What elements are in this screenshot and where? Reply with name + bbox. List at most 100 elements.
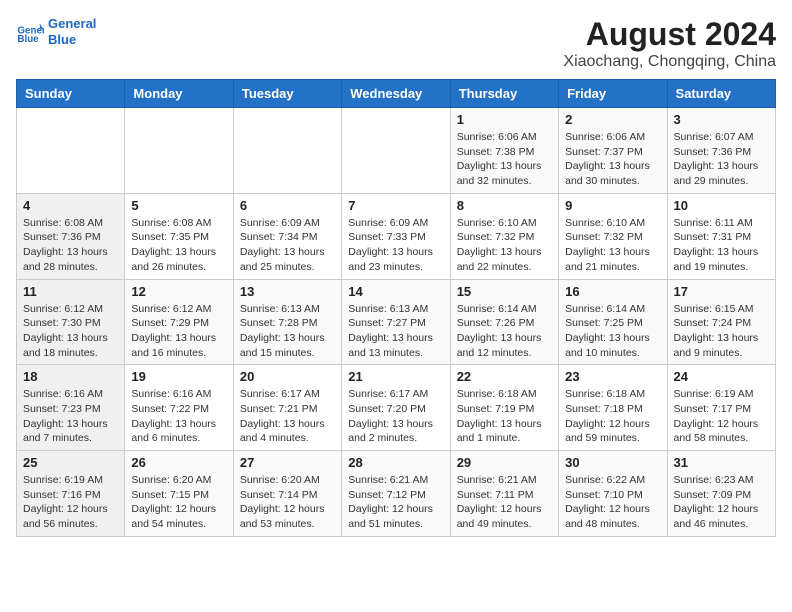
calendar-cell: [125, 108, 233, 194]
cell-content: Sunrise: 6:18 AM Sunset: 7:19 PM Dayligh…: [457, 387, 552, 446]
cell-content: Sunrise: 6:15 AM Sunset: 7:24 PM Dayligh…: [674, 302, 769, 361]
cell-content: Sunrise: 6:10 AM Sunset: 7:32 PM Dayligh…: [565, 216, 660, 275]
cell-content: Sunrise: 6:12 AM Sunset: 7:30 PM Dayligh…: [23, 302, 118, 361]
title-block: August 2024 Xiaochang, Chongqing, China: [563, 16, 776, 71]
calendar-cell: 13 Sunrise: 6:13 AM Sunset: 7:28 PM Dayli…: [233, 279, 341, 365]
cell-date-number: 26: [131, 455, 226, 470]
cell-date-number: 5: [131, 198, 226, 213]
cell-date-number: 20: [240, 369, 335, 384]
calendar-cell: 22 Sunrise: 6:18 AM Sunset: 7:19 PM Dayli…: [450, 365, 558, 451]
cell-content: Sunrise: 6:10 AM Sunset: 7:32 PM Dayligh…: [457, 216, 552, 275]
cell-content: Sunrise: 6:08 AM Sunset: 7:35 PM Dayligh…: [131, 216, 226, 275]
cell-content: Sunrise: 6:23 AM Sunset: 7:09 PM Dayligh…: [674, 473, 769, 532]
calendar-cell: 8Sunrise: 6:10 AM Sunset: 7:32 PM Daylig…: [450, 193, 558, 279]
calendar-cell: 16 Sunrise: 6:14 AM Sunset: 7:25 PM Dayli…: [559, 279, 667, 365]
calendar-cell: 14Sunrise: 6:13 AM Sunset: 7:27 PM Dayli…: [342, 279, 450, 365]
cell-content: Sunrise: 6:13 AM Sunset: 7:28 PM Dayligh…: [240, 302, 335, 361]
calendar-cell: 26 Sunrise: 6:20 AM Sunset: 7:15 PM Dayli…: [125, 451, 233, 537]
calendar-cell: 31Sunrise: 6:23 AM Sunset: 7:09 PM Dayli…: [667, 451, 775, 537]
calendar-cell: 12 Sunrise: 6:12 AM Sunset: 7:29 PM Dayli…: [125, 279, 233, 365]
logo: General Blue General Blue: [16, 16, 96, 47]
calendar-cell: [233, 108, 341, 194]
cell-date-number: 15: [457, 284, 552, 299]
cell-date-number: 6: [240, 198, 335, 213]
calendar-cell: [342, 108, 450, 194]
cell-date-number: 2: [565, 112, 660, 127]
calendar-cell: 29Sunrise: 6:21 AM Sunset: 7:11 PM Dayli…: [450, 451, 558, 537]
cell-content: Sunrise: 6:20 AM Sunset: 7:15 PM Dayligh…: [131, 473, 226, 532]
page-subtitle: Xiaochang, Chongqing, China: [563, 53, 776, 71]
calendar-cell: 15Sunrise: 6:14 AM Sunset: 7:26 PM Dayli…: [450, 279, 558, 365]
calendar-cell: 20 Sunrise: 6:17 AM Sunset: 7:21 PM Dayli…: [233, 365, 341, 451]
cell-content: Sunrise: 6:12 AM Sunset: 7:29 PM Dayligh…: [131, 302, 226, 361]
calendar-table: SundayMondayTuesdayWednesdayThursdayFrid…: [16, 79, 776, 537]
weekday-header: Tuesday: [233, 80, 341, 108]
cell-date-number: 11: [23, 284, 118, 299]
cell-content: Sunrise: 6:07 AM Sunset: 7:36 PM Dayligh…: [674, 130, 769, 189]
cell-content: Sunrise: 6:06 AM Sunset: 7:37 PM Dayligh…: [565, 130, 660, 189]
cell-content: Sunrise: 6:18 AM Sunset: 7:18 PM Dayligh…: [565, 387, 660, 446]
calendar-week-row: 4Sunrise: 6:08 AM Sunset: 7:36 PM Daylig…: [17, 193, 776, 279]
calendar-cell: 23 Sunrise: 6:18 AM Sunset: 7:18 PM Dayli…: [559, 365, 667, 451]
cell-content: Sunrise: 6:19 AM Sunset: 7:16 PM Dayligh…: [23, 473, 118, 532]
cell-content: Sunrise: 6:22 AM Sunset: 7:10 PM Dayligh…: [565, 473, 660, 532]
cell-date-number: 1: [457, 112, 552, 127]
calendar-cell: 2 Sunrise: 6:06 AM Sunset: 7:37 PM Daylig…: [559, 108, 667, 194]
calendar-cell: 7Sunrise: 6:09 AM Sunset: 7:33 PM Daylig…: [342, 193, 450, 279]
cell-content: Sunrise: 6:21 AM Sunset: 7:11 PM Dayligh…: [457, 473, 552, 532]
cell-content: Sunrise: 6:20 AM Sunset: 7:14 PM Dayligh…: [240, 473, 335, 532]
cell-content: Sunrise: 6:14 AM Sunset: 7:25 PM Dayligh…: [565, 302, 660, 361]
cell-content: Sunrise: 6:06 AM Sunset: 7:38 PM Dayligh…: [457, 130, 552, 189]
calendar-cell: 24Sunrise: 6:19 AM Sunset: 7:17 PM Dayli…: [667, 365, 775, 451]
cell-date-number: 3: [674, 112, 769, 127]
cell-date-number: 9: [565, 198, 660, 213]
cell-date-number: 21: [348, 369, 443, 384]
calendar-week-row: 11 Sunrise: 6:12 AM Sunset: 7:30 PM Dayli…: [17, 279, 776, 365]
cell-date-number: 24: [674, 369, 769, 384]
calendar-cell: 6Sunrise: 6:09 AM Sunset: 7:34 PM Daylig…: [233, 193, 341, 279]
cell-date-number: 13: [240, 284, 335, 299]
calendar-cell: 4Sunrise: 6:08 AM Sunset: 7:36 PM Daylig…: [17, 193, 125, 279]
calendar-cell: 19Sunrise: 6:16 AM Sunset: 7:22 PM Dayli…: [125, 365, 233, 451]
cell-date-number: 27: [240, 455, 335, 470]
cell-content: Sunrise: 6:17 AM Sunset: 7:21 PM Dayligh…: [240, 387, 335, 446]
page-title: August 2024: [563, 16, 776, 53]
calendar-week-row: 25Sunrise: 6:19 AM Sunset: 7:16 PM Dayli…: [17, 451, 776, 537]
calendar-week-row: 18 Sunrise: 6:16 AM Sunset: 7:23 PM Dayli…: [17, 365, 776, 451]
svg-text:Blue: Blue: [17, 33, 39, 44]
calendar-cell: 11 Sunrise: 6:12 AM Sunset: 7:30 PM Dayli…: [17, 279, 125, 365]
cell-date-number: 22: [457, 369, 552, 384]
cell-date-number: 17: [674, 284, 769, 299]
logo-text: General Blue: [48, 16, 96, 47]
cell-date-number: 23: [565, 369, 660, 384]
weekday-header: Saturday: [667, 80, 775, 108]
calendar-cell: 10Sunrise: 6:11 AM Sunset: 7:31 PM Dayli…: [667, 193, 775, 279]
logo-line1: General: [48, 16, 96, 31]
calendar-cell: 17 Sunrise: 6:15 AM Sunset: 7:24 PM Dayli…: [667, 279, 775, 365]
cell-content: Sunrise: 6:21 AM Sunset: 7:12 PM Dayligh…: [348, 473, 443, 532]
weekday-header: Thursday: [450, 80, 558, 108]
cell-date-number: 28: [348, 455, 443, 470]
calendar-cell: 21 Sunrise: 6:17 AM Sunset: 7:20 PM Dayli…: [342, 365, 450, 451]
cell-date-number: 19: [131, 369, 226, 384]
calendar-cell: 18 Sunrise: 6:16 AM Sunset: 7:23 PM Dayli…: [17, 365, 125, 451]
page-header: General Blue General Blue August 2024 Xi…: [16, 16, 776, 71]
cell-date-number: 18: [23, 369, 118, 384]
calendar-cell: 5 Sunrise: 6:08 AM Sunset: 7:35 PM Daylig…: [125, 193, 233, 279]
cell-date-number: 30: [565, 455, 660, 470]
cell-content: Sunrise: 6:17 AM Sunset: 7:20 PM Dayligh…: [348, 387, 443, 446]
cell-date-number: 12: [131, 284, 226, 299]
calendar-header-row: SundayMondayTuesdayWednesdayThursdayFrid…: [17, 80, 776, 108]
weekday-header: Sunday: [17, 80, 125, 108]
calendar-cell: 25Sunrise: 6:19 AM Sunset: 7:16 PM Dayli…: [17, 451, 125, 537]
calendar-cell: 1 Sunrise: 6:06 AM Sunset: 7:38 PM Daylig…: [450, 108, 558, 194]
calendar-cell: 28 Sunrise: 6:21 AM Sunset: 7:12 PM Dayli…: [342, 451, 450, 537]
calendar-week-row: 1 Sunrise: 6:06 AM Sunset: 7:38 PM Daylig…: [17, 108, 776, 194]
calendar-cell: 3 Sunrise: 6:07 AM Sunset: 7:36 PM Daylig…: [667, 108, 775, 194]
weekday-header: Monday: [125, 80, 233, 108]
weekday-header: Friday: [559, 80, 667, 108]
cell-date-number: 16: [565, 284, 660, 299]
logo-line2: Blue: [48, 32, 76, 47]
calendar-cell: [17, 108, 125, 194]
cell-content: Sunrise: 6:16 AM Sunset: 7:23 PM Dayligh…: [23, 387, 118, 446]
